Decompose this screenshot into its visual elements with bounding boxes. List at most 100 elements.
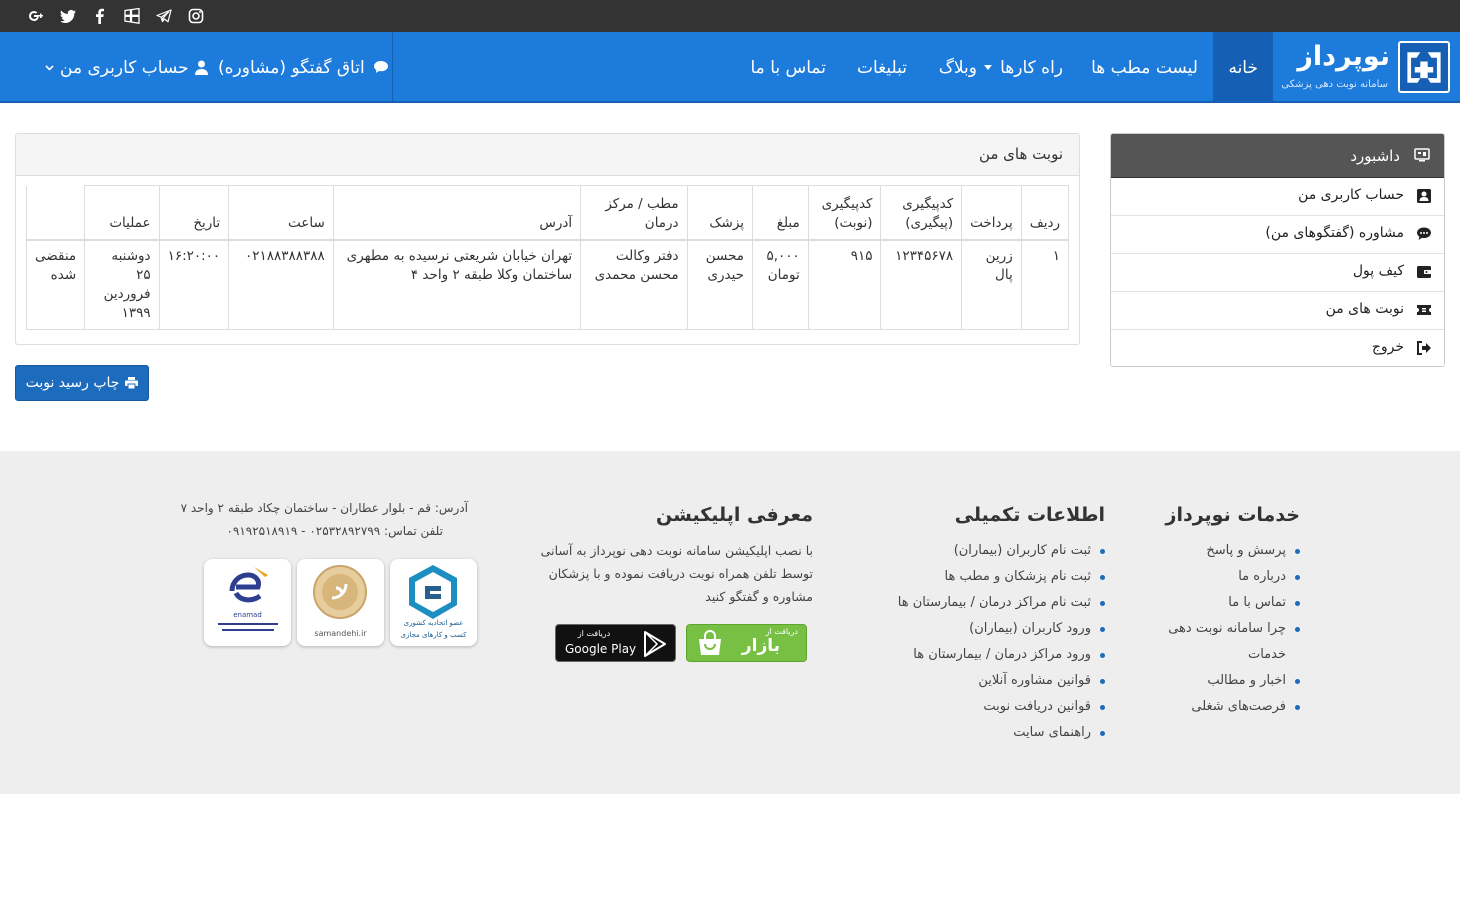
col-amount: مبلغ	[752, 185, 809, 241]
chat-bubble-icon	[1417, 227, 1431, 240]
col-doctor: پزشک	[686, 185, 754, 241]
footer-link[interactable]: فرصت‌های شغلی	[1168, 694, 1300, 720]
footer-link[interactable]: ورود مراکز درمان / بیمارستان ها	[898, 642, 1106, 668]
sidebar-item-label: حساب کاربری من	[1298, 187, 1404, 203]
nav-ads[interactable]: تبلیغات	[857, 32, 907, 103]
facebook-icon[interactable]	[84, 0, 116, 32]
footer-link[interactable]: اخبار و مطالب	[1168, 668, 1300, 694]
col-index: ردیف	[1020, 185, 1070, 241]
col-payment: پرداخت	[961, 185, 1022, 241]
nav-contact[interactable]: تماس با ما	[751, 32, 827, 103]
telegram-icon[interactable]	[148, 0, 180, 32]
footer-link[interactable]: قوانین مشاوره آنلاین	[898, 668, 1106, 694]
footer-link[interactable]: پرسش و پاسخ	[1168, 538, 1300, 564]
enamad-divider	[218, 623, 278, 625]
col-date: تاریخ	[158, 185, 230, 241]
gplay-label: Google Play	[565, 642, 637, 656]
print-receipt-button[interactable]: چاپ رسید نوبت	[15, 365, 149, 401]
google-play-download-button[interactable]: دریافت از Google Play	[555, 624, 676, 662]
samandehi-seal-icon	[313, 565, 367, 619]
nav-clinics[interactable]: لیست مطب ها	[1091, 32, 1198, 103]
sidebar-item-account[interactable]: حساب کاربری من	[1111, 178, 1444, 216]
panel-title: نوبت های من	[978, 145, 1063, 163]
nav-guides[interactable]: راه کارها	[984, 32, 1063, 103]
cell-amount: ۵,۰۰۰ تومان	[752, 239, 809, 330]
footer-link[interactable]: ثبت نام مراکز درمان / بیمارستان ها	[898, 590, 1106, 616]
col-tracking: کدپیگیری (پیگیری)	[880, 185, 963, 241]
nav-chat[interactable]: اتاق گفتگو (مشاوره)	[218, 32, 389, 103]
enamad-badge-text: enamad	[233, 611, 262, 619]
gplay-small-label: دریافت از	[577, 629, 611, 638]
footer-info-title: اطلاعات تکمیلی	[954, 504, 1105, 526]
enamad-badge[interactable]: enamad	[204, 559, 291, 646]
footer-address: آدرس: قم - بلوار عطاران - ساختمان چکاد ط…	[180, 501, 468, 515]
union-logo-icon	[409, 565, 457, 619]
union-badge-text: کسب و کارهای مجازی	[400, 631, 467, 639]
main-navbar: نوپرداز سامانه نوبت دهی پزشکی خانه لیست …	[0, 32, 1460, 103]
ticket-icon	[1417, 305, 1431, 315]
col-extra	[25, 185, 86, 241]
comment-icon	[373, 61, 388, 73]
col-address: آدرس	[332, 185, 582, 241]
google-plus-icon[interactable]	[20, 0, 52, 32]
col-queue-code: کدپیگیری (نوبت)	[807, 185, 882, 241]
user-icon	[194, 60, 208, 75]
sidebar-item-label: نوبت های من	[1325, 301, 1404, 317]
footer-link[interactable]: درباره ما	[1168, 564, 1300, 590]
site-logo[interactable]: نوپرداز سامانه نوبت دهی پزشکی	[1281, 39, 1450, 95]
footer-link[interactable]: چرا سامانه نوبت دهی	[1168, 616, 1300, 642]
sidebar-item-wallet[interactable]: کیف پول	[1111, 254, 1444, 292]
play-triangle-icon	[644, 631, 666, 657]
nav-blog[interactable]: وبلاگ	[939, 32, 977, 103]
cell-time: ۰۲۱۸۸۳۸۸۳۸۸	[228, 239, 334, 330]
nav-divider	[392, 32, 393, 103]
twitter-icon[interactable]	[52, 0, 84, 32]
sidebar-item-appointments[interactable]: نوبت های من	[1111, 292, 1444, 330]
footer-link[interactable]: تماس با ما	[1168, 590, 1300, 616]
enamad-divider	[222, 629, 274, 631]
account-menu-label: حساب کاربری من	[60, 57, 189, 78]
footer-link[interactable]: راهنمای سایت	[898, 720, 1106, 746]
cell-date: ۱۶:۲۰:۰۰	[158, 239, 230, 330]
footer-link-wrap[interactable]: خدمات	[1168, 642, 1300, 668]
footer-services-list: پرسش و پاسخ درباره ما تماس با ما چرا سام…	[1168, 538, 1300, 720]
footer-app-text: با نصب اپلیکیشن سامانه نوبت دهی نوپرداز …	[541, 539, 813, 608]
col-clinic: مطب / مرکز درمان	[580, 185, 688, 241]
table-header-row: ردیف پرداخت کدپیگیری (پیگیری) کدپیگیری (…	[25, 185, 1070, 241]
appointments-table: ردیف پرداخت کدپیگیری (پیگیری) کدپیگیری (…	[25, 185, 1070, 330]
sidebar-item-label: کیف پول	[1352, 263, 1404, 279]
cell-status: منقضی شده	[25, 239, 86, 330]
shopping-bag-icon	[699, 630, 721, 655]
nav-home[interactable]: خانه	[1213, 32, 1273, 103]
footer-services-title: خدمات نوپرداز	[1165, 504, 1300, 526]
footer-link[interactable]: ثبت نام کاربران (بیماران)	[898, 538, 1106, 564]
app-text-line: توسط تلفن همراه نوبت دریافت نموده و با پ…	[548, 566, 813, 581]
dashboard-icon	[1414, 148, 1430, 162]
bazaar-download-button[interactable]: دریافت از بازار	[686, 624, 807, 662]
wallet-icon	[1417, 266, 1431, 278]
enamad-logo-icon	[229, 567, 268, 603]
col-time: ساعت	[228, 185, 334, 241]
footer-link[interactable]: قوانین دریافت نوبت	[898, 694, 1106, 720]
nav-chat-label: اتاق گفتگو (مشاوره)	[218, 57, 365, 78]
union-badge-text: عضو اتحادیه کشوری	[403, 619, 464, 627]
windows-icon[interactable]	[116, 0, 148, 32]
brand-name: نوپرداز	[1297, 41, 1390, 72]
bazaar-small-label: دریافت از	[765, 627, 798, 636]
footer-link[interactable]: ورود کاربران (بیماران)	[898, 616, 1106, 642]
app-text-line: با نصب اپلیکیشن سامانه نوبت دهی نوپرداز …	[540, 543, 813, 558]
footer-link[interactable]: ثبت نام پزشکان و مطب ها	[898, 564, 1106, 590]
account-menu[interactable]: حساب کاربری من	[45, 32, 208, 103]
cell-ops: دوشنبه ۲۵ فروردین ۱۳۹۹	[84, 239, 160, 330]
union-badge[interactable]: عضو اتحادیه کشوری کسب و کارهای مجازی	[390, 559, 477, 646]
col-ops: عملیات	[84, 185, 160, 241]
sidebar-item-logout[interactable]: خروج	[1111, 330, 1444, 366]
bazaar-label: بازار	[741, 636, 780, 656]
sidebar-item-consult[interactable]: مشاوره (گفتگوهای من)	[1111, 216, 1444, 254]
cell-queue-code: ۹۱۵	[807, 239, 882, 330]
samandehi-badge[interactable]: samandehi.ir	[297, 559, 384, 646]
dashboard-sidebar: داشبورد حساب کاربری من مشاوره (گفتگوهای …	[1110, 133, 1445, 367]
contact-card-icon	[1417, 189, 1431, 203]
appointments-panel: نوبت های من ردیف پرداخت کدپیگیری (پیگیری…	[15, 133, 1080, 345]
instagram-icon[interactable]	[180, 0, 212, 32]
